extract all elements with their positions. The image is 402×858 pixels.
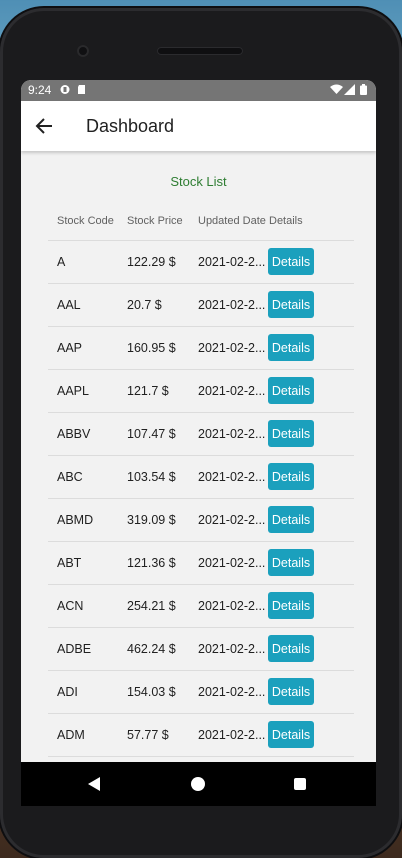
details-button[interactable]: Details <box>268 549 314 576</box>
stock-code: ADI <box>57 685 78 699</box>
updated-date: 2021-02-2... <box>198 728 266 742</box>
nav-home-icon[interactable] <box>191 777 205 791</box>
details-button[interactable]: Details <box>268 721 314 748</box>
stock-code: ABT <box>57 556 82 570</box>
header-updated-date: Updated Date <box>198 215 266 227</box>
sd-card-icon <box>78 85 85 94</box>
status-bar: 9:24 <box>21 80 376 101</box>
updated-date: 2021-02-2... <box>198 642 266 656</box>
details-button[interactable]: Details <box>268 463 314 490</box>
stock-price: 160.95 $ <box>127 341 176 355</box>
system-nav-bar <box>21 762 376 806</box>
header-stock-price: Stock Price <box>127 215 183 227</box>
stock-price: 122.29 $ <box>127 255 176 269</box>
header-stock-code: Stock Code <box>57 215 114 227</box>
table-row: AAP 160.95 $ 2021-02-2... Details <box>48 327 354 370</box>
stock-code: AAL <box>57 298 81 312</box>
details-button[interactable]: Details <box>268 635 314 662</box>
stock-price: 121.7 $ <box>127 384 169 398</box>
header-details: Details <box>269 215 303 227</box>
stock-code: ABMD <box>57 513 94 527</box>
updated-date: 2021-02-2... <box>198 427 266 441</box>
stock-code: ABC <box>57 470 83 484</box>
wifi-icon <box>330 84 343 94</box>
stock-price: 107.47 $ <box>127 427 176 441</box>
stock-price: 154.03 $ <box>127 685 176 699</box>
screen: 9:24 Dashboard Stock List Stock Code Sto… <box>21 80 376 762</box>
stock-code: ACN <box>57 599 84 613</box>
updated-date: 2021-02-2... <box>198 470 266 484</box>
details-button[interactable]: Details <box>268 334 314 361</box>
table-row: ACN 254.21 $ 2021-02-2... Details <box>48 585 354 628</box>
battery-icon <box>360 84 367 95</box>
stock-price: 57.77 $ <box>127 728 169 742</box>
details-button[interactable]: Details <box>268 420 314 447</box>
table-row: ADI 154.03 $ 2021-02-2... Details <box>48 671 354 714</box>
updated-date: 2021-02-2... <box>198 255 266 269</box>
stock-code: AAPL <box>57 384 89 398</box>
updated-date: 2021-02-2... <box>198 685 266 699</box>
stock-price: 254.21 $ <box>127 599 176 613</box>
table-row: ADM 57.77 $ 2021-02-2... Details <box>48 714 354 757</box>
stock-code: ADBE <box>57 642 92 656</box>
camera <box>77 45 89 57</box>
status-time: 9:24 <box>28 83 52 97</box>
table-row: ABT 121.36 $ 2021-02-2... Details <box>48 542 354 585</box>
stock-table: Stock Code Stock Price Updated Date Deta… <box>48 206 354 757</box>
page-title: Dashboard <box>86 116 175 136</box>
list-title: Stock List <box>170 174 227 189</box>
details-button[interactable]: Details <box>268 678 314 705</box>
stock-price: 20.7 $ <box>127 298 162 312</box>
updated-date: 2021-02-2... <box>198 341 266 355</box>
signal-icon <box>344 84 355 95</box>
table-row: A 122.29 $ 2021-02-2... Details <box>48 241 354 284</box>
details-button[interactable]: Details <box>268 248 314 275</box>
table-row: AAL 20.7 $ 2021-02-2... Details <box>48 284 354 327</box>
updated-date: 2021-02-2... <box>198 384 266 398</box>
table-row: ABC 103.54 $ 2021-02-2... Details <box>48 456 354 499</box>
stock-code: A <box>57 255 66 269</box>
table-row: ADBE 462.24 $ 2021-02-2... Details <box>48 628 354 671</box>
updated-date: 2021-02-2... <box>198 298 266 312</box>
stock-price: 319.09 $ <box>127 513 176 527</box>
details-button[interactable]: Details <box>268 506 314 533</box>
notification-icon <box>60 85 70 94</box>
details-button[interactable]: Details <box>268 377 314 404</box>
updated-date: 2021-02-2... <box>198 599 266 613</box>
stock-code: ABBV <box>57 427 91 441</box>
updated-date: 2021-02-2... <box>198 513 266 527</box>
stock-price: 462.24 $ <box>127 642 176 656</box>
nav-back-icon[interactable] <box>88 777 100 791</box>
table-row: ABMD 319.09 $ 2021-02-2... Details <box>48 499 354 542</box>
table-row: AAPL 121.7 $ 2021-02-2... Details <box>48 370 354 413</box>
table-row: ABBV 107.47 $ 2021-02-2... Details <box>48 413 354 456</box>
stock-price: 103.54 $ <box>127 470 176 484</box>
nav-recents-icon[interactable] <box>294 778 306 790</box>
speaker <box>157 47 243 55</box>
stock-code: AAP <box>57 341 83 355</box>
details-button[interactable]: Details <box>268 291 314 318</box>
details-button[interactable]: Details <box>268 592 314 619</box>
stock-code: ADM <box>57 728 85 742</box>
back-arrow-icon[interactable] <box>35 117 53 135</box>
app-bar: Dashboard <box>21 101 376 151</box>
updated-date: 2021-02-2... <box>198 556 266 570</box>
stock-price: 121.36 $ <box>127 556 176 570</box>
table-header: Stock Code Stock Price Updated Date Deta… <box>48 206 354 241</box>
